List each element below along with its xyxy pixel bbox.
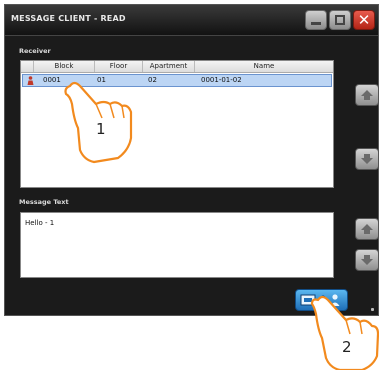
pointing-hand-icon: [310, 295, 379, 370]
callout-number-2: 2: [342, 338, 352, 356]
